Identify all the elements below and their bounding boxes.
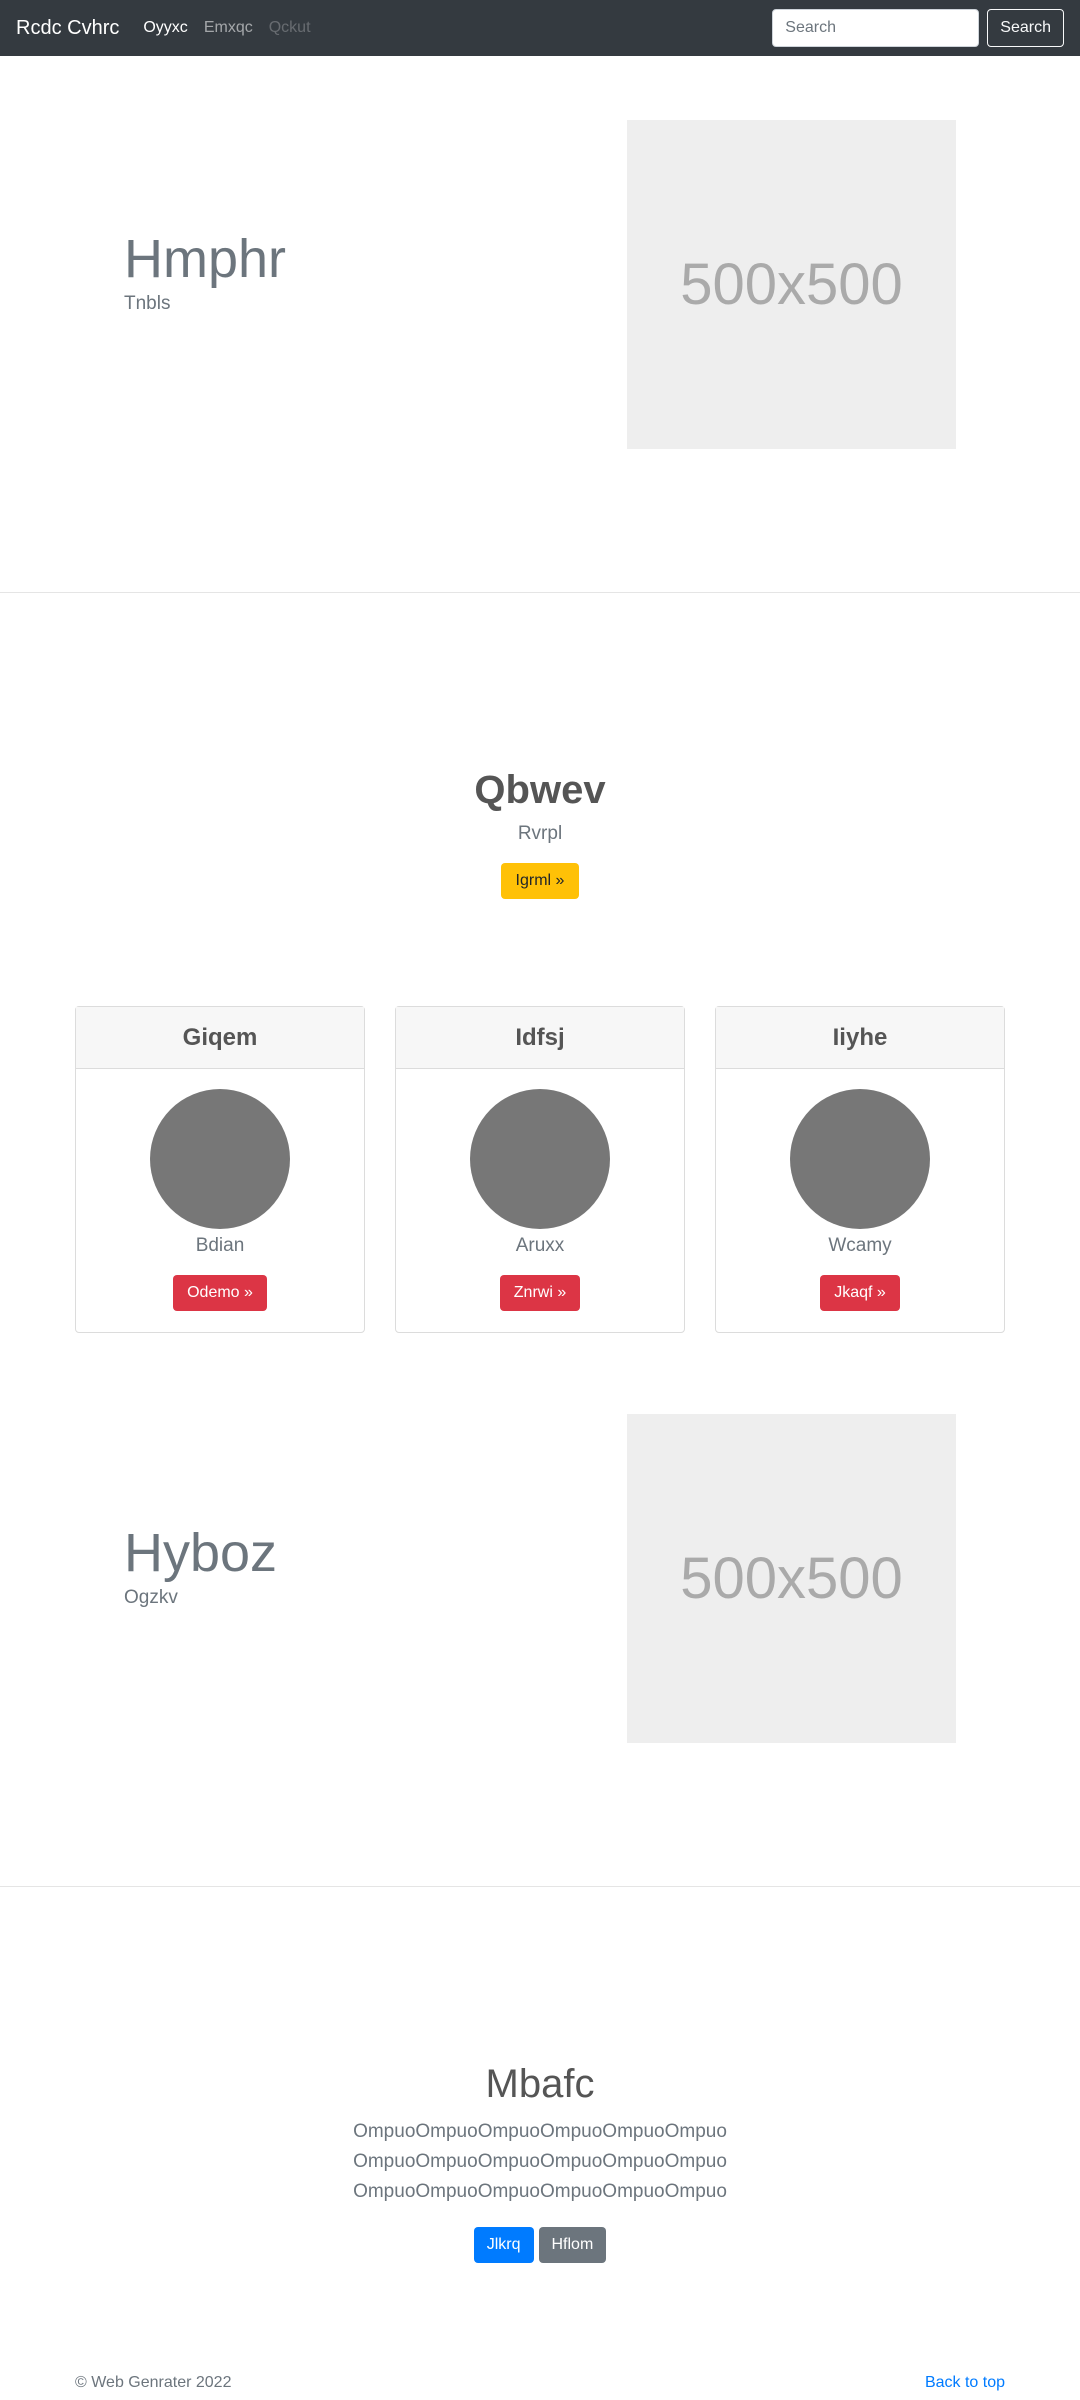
search-form: Search bbox=[772, 9, 1064, 47]
card-text: Aruxx bbox=[515, 1235, 565, 1256]
jumbotron-primary-button[interactable]: Jlkrq bbox=[473, 2227, 534, 2263]
page-footer: © Web Genrater 2022 Back to top bbox=[75, 2374, 1005, 2392]
pricing-header: Qbwev Rvrpl Igrml » bbox=[0, 768, 1080, 899]
placeholder-image-label: 500x500 bbox=[680, 252, 903, 317]
section-divider bbox=[0, 592, 1080, 593]
card-idfsj: Idfsj Aruxx Znrwi » bbox=[395, 1006, 685, 1333]
nav-link-emxqc[interactable]: Emxqc bbox=[204, 19, 253, 37]
pricing-title: Qbwev bbox=[474, 768, 606, 812]
feature-heading: Hmphr bbox=[124, 229, 287, 289]
feature-section-2: Hyboz Ogzkv 500x500 bbox=[0, 1350, 1080, 1886]
placeholder-image: 500x500 bbox=[627, 1414, 956, 1743]
feature-subtext: Tnbls bbox=[124, 293, 171, 315]
card-title: Iiyhe bbox=[832, 1023, 888, 1051]
placeholder-image: 500x500 bbox=[627, 120, 956, 449]
card-text: Wcamy bbox=[828, 1235, 892, 1256]
jumbotron: Mbafc OmpuoOmpuoOmpuoOmpuoOmpuoOmpuo Omp… bbox=[0, 2062, 1080, 2263]
card-button[interactable]: Jkaqf » bbox=[820, 1275, 900, 1311]
card-iiyhe: Iiyhe Wcamy Jkaqf » bbox=[715, 1006, 1005, 1333]
footer-copyright: © Web Genrater 2022 bbox=[75, 2374, 232, 2391]
card-text: Bdian bbox=[195, 1235, 245, 1256]
top-navbar: Rcdc Cvhrc Oyyxc Emxqc Qckut Search bbox=[0, 0, 1080, 56]
feature-subtext: Ogzkv bbox=[124, 1587, 178, 1609]
card-title: Giqem bbox=[182, 1023, 258, 1051]
card-title: Idfsj bbox=[515, 1023, 565, 1051]
card-button[interactable]: Odemo » bbox=[173, 1275, 267, 1311]
search-button[interactable]: Search bbox=[987, 9, 1064, 47]
pricing-action-button[interactable]: Igrml » bbox=[500, 863, 580, 899]
jumbotron-line: OmpuoOmpuoOmpuoOmpuoOmpuoOmpuo bbox=[353, 2121, 727, 2142]
card-button[interactable]: Znrwi » bbox=[499, 1275, 581, 1311]
avatar-circle bbox=[790, 1089, 930, 1229]
card-giqem: Giqem Bdian Odemo » bbox=[75, 1006, 365, 1333]
section-divider bbox=[0, 1886, 1080, 1887]
card-header: Giqem bbox=[76, 1007, 364, 1069]
nav-link-qckut: Qckut bbox=[268, 19, 311, 36]
card-header: Idfsj bbox=[396, 1007, 684, 1069]
jumbotron-lead: OmpuoOmpuoOmpuoOmpuoOmpuoOmpuo OmpuoOmpu… bbox=[0, 2117, 1080, 2207]
jumbotron-line: OmpuoOmpuoOmpuoOmpuoOmpuoOmpuo bbox=[353, 2181, 727, 2202]
search-input[interactable] bbox=[772, 9, 980, 47]
avatar-circle bbox=[150, 1089, 290, 1229]
pricing-subtitle: Rvrpl bbox=[517, 823, 563, 844]
back-to-top-link[interactable]: Back to top bbox=[925, 2374, 1005, 2392]
card-header: Iiyhe bbox=[716, 1007, 1004, 1069]
jumbotron-title: Mbafc bbox=[485, 2062, 595, 2106]
feature-heading: Hyboz bbox=[124, 1523, 278, 1583]
placeholder-image-label: 500x500 bbox=[680, 1546, 903, 1611]
jumbotron-secondary-button[interactable]: Hflom bbox=[538, 2227, 607, 2263]
brand-link[interactable]: Rcdc Cvhrc bbox=[16, 17, 119, 40]
feature-section-1: Hmphr Tnbls 500x500 bbox=[0, 56, 1080, 592]
avatar-circle bbox=[470, 1089, 610, 1229]
nav-link-oyyxc[interactable]: Oyyxc bbox=[143, 19, 187, 37]
jumbotron-line: OmpuoOmpuoOmpuoOmpuoOmpuoOmpuo bbox=[353, 2151, 727, 2172]
